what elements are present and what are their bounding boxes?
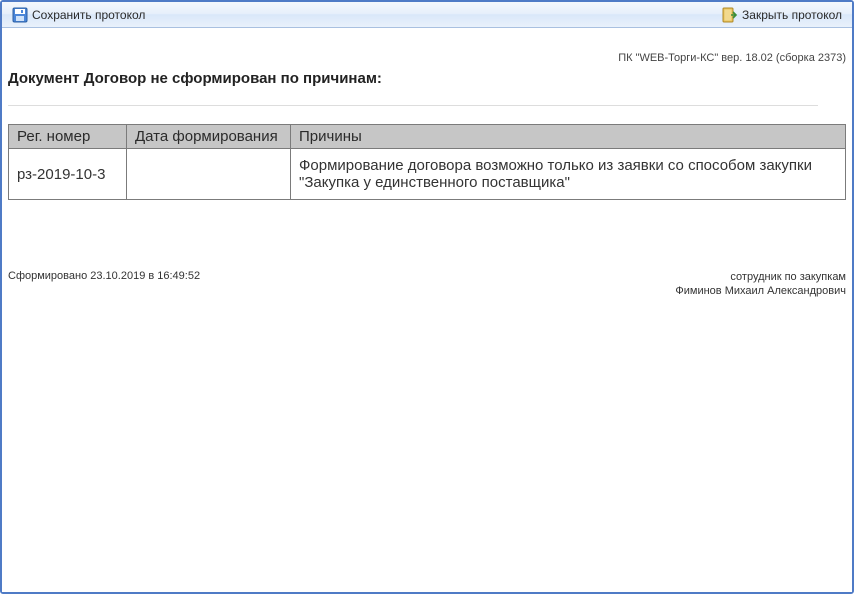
exit-icon [722, 7, 738, 23]
user-role: сотрудник по закупкам [675, 270, 846, 284]
cell-reg: рз-2019-10-3 [9, 149, 127, 200]
app-version-info: ПК "WEB-Торги-КС" вер. 18.02 (сборка 237… [8, 32, 846, 70]
table-row: рз-2019-10-3 Формирование договора возмо… [9, 149, 846, 200]
save-label: Сохранить протокол [32, 8, 145, 22]
user-name: Фиминов Михаил Александрович [675, 284, 846, 298]
content-scroll-area[interactable]: ПК "WEB-Торги-КС" вер. 18.02 (сборка 237… [2, 28, 852, 592]
document-footer: Сформировано 23.10.2019 в 16:49:52 сотру… [8, 270, 846, 299]
col-header-date: Дата формирования [127, 125, 291, 149]
save-icon [12, 7, 28, 23]
reasons-table: Рег. номер Дата формирования Причины рз-… [8, 124, 846, 200]
close-label: Закрыть протокол [742, 8, 842, 22]
cell-reason: Формирование договора возможно только из… [291, 149, 846, 200]
divider [8, 105, 818, 106]
protocol-window: Сохранить протокол Закрыть протокол ПК "… [0, 0, 854, 594]
col-header-reg: Рег. номер [9, 125, 127, 149]
generated-at: Сформировано 23.10.2019 в 16:49:52 [8, 270, 200, 282]
col-header-reason: Причины [291, 125, 846, 149]
close-button[interactable]: Закрыть протокол [718, 5, 846, 25]
save-button[interactable]: Сохранить протокол [8, 5, 149, 25]
cell-date [127, 149, 291, 200]
toolbar: Сохранить протокол Закрыть протокол [2, 2, 852, 28]
document-title: Документ Договор не сформирован по причи… [8, 70, 846, 105]
document-paper: ПК "WEB-Торги-КС" вер. 18.02 (сборка 237… [8, 32, 846, 299]
